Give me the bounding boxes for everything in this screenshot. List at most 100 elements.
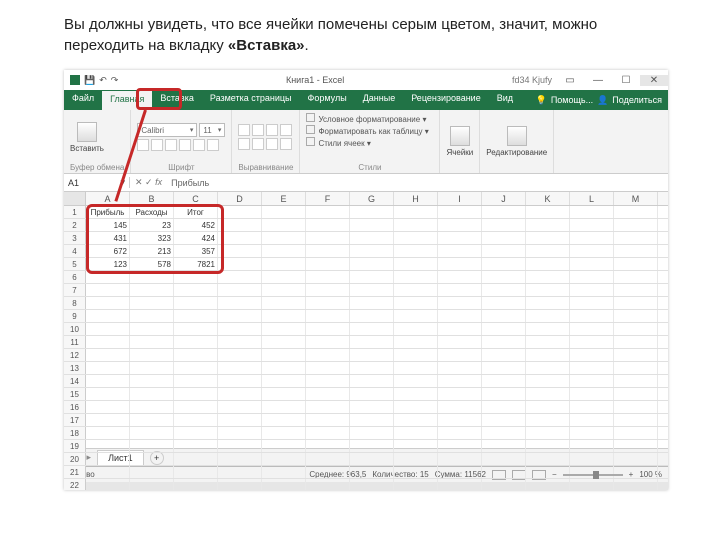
cell[interactable] [438, 453, 482, 465]
row-header[interactable]: 1 [64, 206, 86, 218]
cell[interactable] [394, 453, 438, 465]
row-header[interactable]: 14 [64, 375, 86, 387]
zoom-slider[interactable] [563, 474, 623, 476]
cell[interactable] [526, 440, 570, 452]
cell[interactable] [350, 258, 394, 270]
cell[interactable] [306, 479, 350, 490]
cell[interactable] [86, 336, 130, 348]
cell[interactable] [570, 401, 614, 413]
cell[interactable] [482, 297, 526, 309]
cell[interactable] [394, 414, 438, 426]
cell[interactable] [438, 258, 482, 270]
cell[interactable] [614, 479, 658, 490]
cell[interactable] [614, 466, 658, 478]
cell[interactable] [350, 349, 394, 361]
cell[interactable] [482, 362, 526, 374]
cell[interactable] [262, 323, 306, 335]
cell[interactable] [262, 427, 306, 439]
cell[interactable] [174, 401, 218, 413]
cell[interactable] [262, 310, 306, 322]
quick-access-toolbar[interactable]: 💾 ↶ ↷ [64, 75, 118, 86]
cell[interactable]: 123 [86, 258, 130, 270]
cell[interactable] [394, 401, 438, 413]
cell[interactable] [218, 453, 262, 465]
cell[interactable] [306, 453, 350, 465]
tab-формулы[interactable]: Формулы [300, 90, 355, 110]
cell[interactable] [570, 375, 614, 387]
cell[interactable] [614, 271, 658, 283]
cell[interactable] [262, 362, 306, 374]
cell[interactable] [130, 479, 174, 490]
cell[interactable] [394, 310, 438, 322]
cell[interactable] [350, 336, 394, 348]
editing-button[interactable]: Редактирование [486, 126, 547, 157]
cell[interactable] [438, 284, 482, 296]
cell[interactable] [262, 414, 306, 426]
cell[interactable] [482, 206, 526, 218]
formula-input[interactable]: Прибыль [167, 178, 668, 188]
cell[interactable] [130, 271, 174, 283]
cell[interactable] [174, 336, 218, 348]
column-header[interactable]: B [130, 192, 174, 205]
cell[interactable] [438, 245, 482, 257]
cell[interactable] [306, 206, 350, 218]
cell[interactable] [526, 453, 570, 465]
cell[interactable] [86, 362, 130, 374]
cell[interactable] [130, 375, 174, 387]
font-color-button[interactable] [207, 139, 219, 151]
minimize-button[interactable]: — [584, 75, 612, 86]
cell[interactable] [482, 245, 526, 257]
cell[interactable] [526, 336, 570, 348]
cell[interactable]: 424 [174, 232, 218, 244]
cell[interactable] [350, 375, 394, 387]
cell[interactable] [174, 414, 218, 426]
cell[interactable] [218, 427, 262, 439]
cell[interactable] [350, 453, 394, 465]
cell[interactable] [130, 310, 174, 322]
tab-разметка страницы[interactable]: Разметка страницы [202, 90, 300, 110]
cell[interactable] [394, 427, 438, 439]
cell[interactable] [86, 349, 130, 361]
cell[interactable] [218, 323, 262, 335]
cell[interactable] [218, 414, 262, 426]
cell[interactable] [306, 323, 350, 335]
cell[interactable] [394, 440, 438, 452]
cell[interactable] [218, 466, 262, 478]
cell[interactable] [218, 336, 262, 348]
row-header[interactable]: 17 [64, 414, 86, 426]
cell[interactable] [218, 479, 262, 490]
cell[interactable] [570, 479, 614, 490]
cell[interactable] [482, 453, 526, 465]
paste-button[interactable]: Вставить [70, 122, 104, 153]
row-header[interactable]: 8 [64, 297, 86, 309]
font-size-select[interactable]: 11▾ [199, 123, 225, 137]
cell[interactable] [86, 427, 130, 439]
cell[interactable] [394, 388, 438, 400]
cell-styles-button[interactable]: Стили ячеек ▾ [306, 137, 433, 148]
cell[interactable] [174, 323, 218, 335]
cell[interactable] [482, 219, 526, 231]
cell[interactable] [130, 323, 174, 335]
cell[interactable] [350, 466, 394, 478]
column-header[interactable]: C [174, 192, 218, 205]
cell[interactable]: 452 [174, 219, 218, 231]
cell[interactable] [350, 310, 394, 322]
cell[interactable] [262, 466, 306, 478]
cell[interactable]: Прибыль [86, 206, 130, 218]
cell[interactable] [614, 258, 658, 270]
border-button[interactable] [179, 139, 191, 151]
cell[interactable] [614, 219, 658, 231]
row-header[interactable]: 11 [64, 336, 86, 348]
cell[interactable] [86, 440, 130, 452]
cell[interactable] [570, 388, 614, 400]
spreadsheet-grid[interactable]: ABCDEFGHIJKLM 1ПрибыльРасходыИтог2145234… [64, 192, 668, 448]
cell[interactable] [570, 362, 614, 374]
cell[interactable]: 672 [86, 245, 130, 257]
row-header[interactable]: 16 [64, 401, 86, 413]
cell[interactable] [262, 271, 306, 283]
cell[interactable] [218, 245, 262, 257]
cell[interactable] [350, 414, 394, 426]
cell[interactable] [130, 388, 174, 400]
cell[interactable] [350, 232, 394, 244]
cell[interactable] [526, 427, 570, 439]
